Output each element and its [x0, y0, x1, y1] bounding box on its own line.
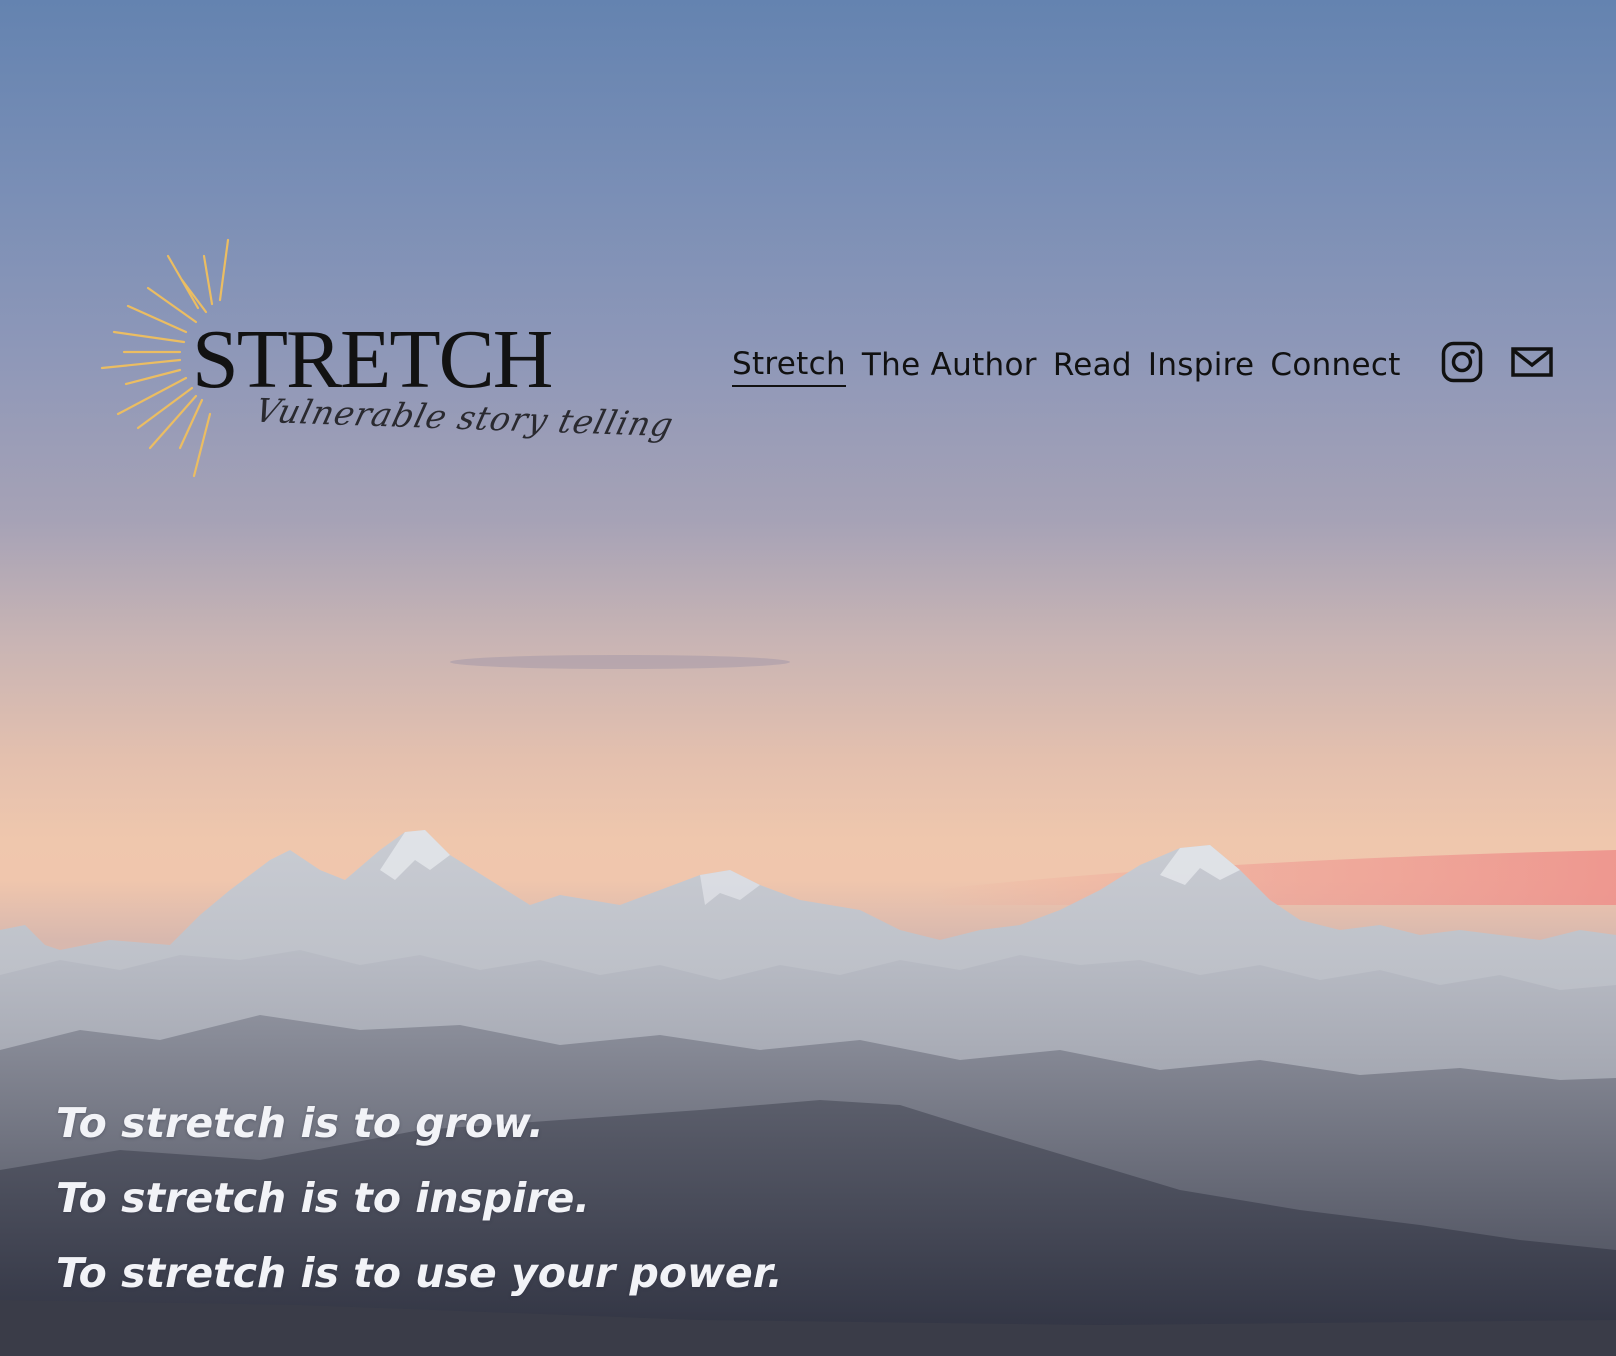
logo-tagline: Vulnerable story telling: [251, 390, 678, 445]
mail-icon: [1511, 347, 1553, 377]
logo-wordmark: STRETCH: [192, 313, 553, 406]
nav-item-the-author[interactable]: The Author: [862, 344, 1037, 386]
instagram-icon: [1441, 341, 1483, 383]
tagline-line-3: To stretch is to use your power.: [56, 1249, 783, 1297]
email-link[interactable]: [1510, 340, 1554, 384]
tagline-line-2: To stretch is to inspire.: [56, 1174, 590, 1222]
hero-tagline: To stretch is to grow. To stretch is to …: [56, 1086, 783, 1311]
site-logo[interactable]: STRETCH Vulnerable story telling: [100, 228, 678, 498]
cloud: [450, 655, 790, 669]
sunset-glow: [930, 850, 1616, 905]
social-links: [1440, 340, 1554, 384]
nav-item-connect[interactable]: Connect: [1270, 344, 1400, 386]
main-nav: Stretch The Author Read Inspire Connect: [732, 343, 1401, 387]
nav-item-inspire[interactable]: Inspire: [1148, 344, 1254, 386]
instagram-link[interactable]: [1440, 340, 1484, 384]
nav-item-read[interactable]: Read: [1053, 344, 1132, 386]
tagline-line-1: To stretch is to grow.: [56, 1099, 544, 1147]
nav-item-stretch[interactable]: Stretch: [732, 343, 846, 387]
